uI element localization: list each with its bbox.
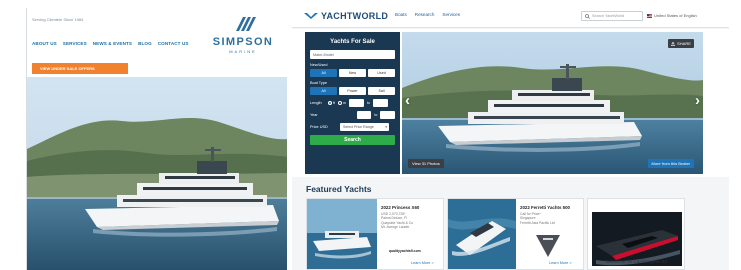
boat-type-label: Boat Type bbox=[310, 81, 328, 85]
yacht-photo bbox=[402, 32, 703, 174]
nav-contact-us[interactable]: CONTACT US bbox=[158, 41, 189, 46]
nav-research[interactable]: Research bbox=[415, 12, 435, 17]
card-title[interactable]: 2022 Princess X60 bbox=[381, 205, 419, 210]
featured-yachts-heading: Featured Yachts bbox=[306, 184, 372, 194]
yachtworld-logo-icon bbox=[304, 13, 318, 19]
card-yacht-image bbox=[307, 199, 377, 269]
year-row: Year to bbox=[310, 111, 395, 119]
search-button[interactable]: Search bbox=[310, 135, 395, 145]
nav-services[interactable]: Services bbox=[442, 12, 460, 17]
simpson-marine-logo[interactable]: SIMPSON MARINE bbox=[210, 16, 276, 56]
top-bar: YACHTWORLD Boats Research Services Searc… bbox=[292, 4, 729, 28]
year-label: Year bbox=[310, 113, 318, 117]
length-label: Length bbox=[310, 101, 322, 105]
flag-icon bbox=[647, 13, 652, 18]
boat-type-toggle: All Power Sail bbox=[310, 87, 395, 95]
year-max-input[interactable] bbox=[380, 111, 395, 119]
featured-card[interactable]: Tecnomar for Lamborghini 63 bbox=[587, 198, 685, 270]
simpson-marine-page: Serving Clientele Since 1984 ABOUT US SE… bbox=[26, 8, 287, 270]
previous-photo-icon[interactable]: ‹ bbox=[405, 93, 410, 108]
card-title[interactable]: 2022 Ferretti Yachts 500 bbox=[520, 205, 570, 210]
locale-label: United States of English bbox=[654, 13, 697, 18]
share-button[interactable]: SHARE bbox=[668, 39, 694, 48]
card-info: 2022 Ferretti Yachts 500 Call for Price*… bbox=[520, 205, 570, 225]
sale-offers-button[interactable]: VIEW UNDER SALE OFFERS bbox=[32, 63, 128, 74]
length-row: Length ft m to bbox=[310, 99, 395, 107]
logo-mark-icon bbox=[236, 17, 256, 31]
broker-logo-icon bbox=[536, 235, 560, 257]
length-max-input[interactable] bbox=[373, 99, 388, 107]
type-sail[interactable]: Sail bbox=[368, 87, 395, 95]
featured-card[interactable]: 2022 Ferretti Yachts 500 Call for Price*… bbox=[447, 198, 584, 270]
featured-card[interactable]: 2022 Princess X60 USD 2,070,726* Palma D… bbox=[306, 198, 444, 270]
nav-services[interactable]: SERVICES bbox=[63, 41, 87, 46]
logo-name: SIMPSON bbox=[212, 36, 274, 48]
logo-subtitle: MARINE bbox=[229, 49, 257, 54]
broker-logo-text: qualityyachtsfl.com bbox=[389, 249, 421, 253]
price-select-value: Select Price Range bbox=[343, 125, 374, 129]
search-icon bbox=[585, 13, 590, 19]
type-all[interactable]: All bbox=[310, 87, 337, 95]
more-from-broker-button[interactable]: More from this Broker bbox=[647, 159, 694, 168]
year-to-label: to bbox=[374, 113, 378, 117]
yacht-photo-carousel[interactable]: SHARE ‹ › View 31 Photos More from this … bbox=[402, 32, 703, 174]
nav-boats[interactable]: Boats bbox=[395, 12, 407, 17]
card-yacht-image bbox=[448, 199, 516, 269]
unit-m-radio[interactable]: m bbox=[338, 101, 346, 105]
new-used-toggle: All New Used bbox=[310, 69, 395, 77]
condition-all[interactable]: All bbox=[310, 69, 337, 77]
site-tagline: Serving Clientele Since 1984 bbox=[32, 17, 84, 22]
condition-new[interactable]: New bbox=[339, 69, 366, 77]
type-power[interactable]: Power bbox=[339, 87, 366, 95]
site-search-input[interactable]: Search YachtWorld bbox=[581, 11, 643, 21]
unit-ft-label: ft bbox=[333, 101, 335, 105]
length-min-input[interactable] bbox=[349, 99, 364, 107]
card-broker: Ferretti Asia Pacific Ltd bbox=[520, 220, 555, 225]
share-icon bbox=[671, 41, 676, 46]
card-title[interactable]: Tecnomar for Lamborghini 63 bbox=[588, 260, 684, 265]
price-row: Price USD Select Price Range ▾ bbox=[310, 123, 395, 131]
year-min-input[interactable] bbox=[356, 111, 372, 119]
card-info: 2022 Princess X60 USD 2,070,726* Palma D… bbox=[381, 205, 419, 230]
listing-hero: Yachts For Sale Make-Model New/Used All … bbox=[292, 29, 729, 177]
brand-name: YACHTWORLD bbox=[321, 11, 389, 21]
yachtworld-page: YACHTWORLD Boats Research Services Searc… bbox=[292, 4, 729, 270]
chevron-down-icon: ▾ bbox=[385, 125, 387, 129]
unit-ft-radio[interactable]: ft bbox=[328, 101, 335, 105]
featured-yachts-list: 2022 Princess X60 USD 2,070,726* Palma D… bbox=[306, 198, 729, 270]
condition-used[interactable]: Used bbox=[368, 69, 395, 77]
next-photo-icon[interactable]: › bbox=[695, 93, 700, 108]
unit-m-label: m bbox=[343, 101, 346, 105]
nav-blog[interactable]: BLOG bbox=[138, 41, 152, 46]
learn-more-link[interactable]: Learn More > bbox=[411, 261, 434, 265]
locale-selector[interactable]: United States of English bbox=[647, 13, 697, 18]
price-label: Price USD bbox=[310, 125, 328, 129]
nav-news-events[interactable]: NEWS & EVENTS bbox=[93, 41, 132, 46]
search-placeholder: Search YachtWorld bbox=[592, 14, 625, 18]
nav-about-us[interactable]: ABOUT US bbox=[32, 41, 57, 46]
new-used-label: New/Used bbox=[310, 63, 328, 67]
price-range-select[interactable]: Select Price Range ▾ bbox=[340, 123, 389, 131]
view-photos-button[interactable]: View 31 Photos bbox=[408, 159, 444, 168]
yacht-hero-image bbox=[27, 77, 287, 270]
learn-more-link[interactable]: Learn More > bbox=[549, 261, 572, 265]
yacht-search-panel: Yachts For Sale Make-Model New/Used All … bbox=[305, 32, 400, 174]
yachtworld-logo[interactable]: YACHTWORLD bbox=[304, 11, 388, 21]
main-nav: ABOUT US SERVICES NEWS & EVENTS BLOG CON… bbox=[32, 41, 189, 46]
search-panel-title: Yachts For Sale bbox=[330, 39, 375, 45]
make-model-input[interactable]: Make-Model bbox=[310, 50, 395, 59]
top-nav: Boats Research Services bbox=[395, 12, 460, 17]
share-label: SHARE bbox=[677, 41, 691, 46]
length-to-label: to bbox=[367, 101, 370, 105]
card-broker-location: Mt. Avenge Lauder bbox=[381, 225, 410, 230]
